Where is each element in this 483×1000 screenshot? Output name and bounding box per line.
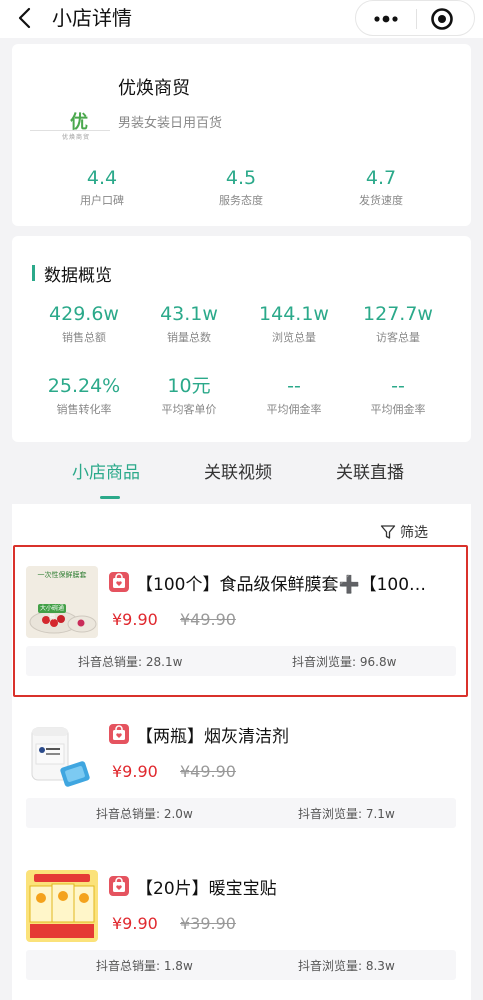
store-badge-icon	[109, 876, 129, 896]
stat-value: 10元	[167, 375, 211, 397]
shop-card: 优 优焕商贸 优焕商贸 男装女装日用百货 4.4 用户口碑 4.5 服务态度 4…	[12, 44, 471, 226]
rating-reputation: 4.4 用户口碑	[42, 166, 162, 208]
stat-sales-amount: 429.6w 销售总额	[29, 302, 139, 345]
selection-highlight	[13, 545, 468, 697]
product-image	[26, 870, 98, 942]
product-thumbnail	[26, 870, 98, 942]
stat-label: 平均客单价	[161, 403, 217, 416]
stat-value: 25.24%	[47, 375, 121, 397]
product-item[interactable]: 【两瓶】烟灰清洁剂 ¥9.90 ¥49.90 抖音总销量: 2.0w 抖音浏览量…	[12, 702, 471, 842]
stat-value: 429.6w	[49, 303, 119, 325]
stat-value: 127.7w	[363, 303, 433, 325]
shop-logo: 优 优焕商贸	[30, 72, 108, 142]
stat-avg-commission-2: -- 平均佣金率	[343, 374, 453, 417]
stat-label: 浏览总量	[272, 331, 316, 344]
section-accent-bar	[32, 265, 35, 281]
filter-label: 筛选	[400, 525, 428, 541]
filter-icon	[380, 525, 396, 539]
product-thumbnail	[26, 718, 98, 790]
stat-label: 销售总额	[62, 331, 106, 344]
tab-bar: 小店商品 关联视频 关联直播	[0, 450, 483, 499]
product-title: 【20片】暖宝宝贴	[136, 879, 277, 899]
stat-value: 144.1w	[259, 303, 329, 325]
logo-divider	[30, 130, 110, 131]
nav-bar: 小店详情	[0, 0, 483, 38]
stat-value: --	[391, 375, 405, 397]
product-image	[26, 718, 98, 790]
product-original-price: ¥39.90	[180, 914, 236, 933]
data-overview-card: 数据概览 429.6w 销售总额 43.1w 销量总数 144.1w 浏览总量 …	[12, 236, 471, 442]
stat-value: 43.1w	[160, 303, 218, 325]
rating-service: 4.5 服务态度	[181, 166, 301, 208]
product-stats: 抖音总销量: 2.0w 抖音浏览量: 7.1w	[26, 798, 456, 828]
rating-value: 4.4	[86, 167, 118, 189]
store-badge-icon	[109, 724, 129, 744]
capsule-divider	[416, 9, 417, 29]
stat-label: 平均佣金率	[370, 403, 426, 416]
section-title: 数据概览	[44, 266, 112, 286]
close-target-icon[interactable]	[430, 7, 454, 31]
back-icon[interactable]	[14, 6, 38, 30]
stat-views: 144.1w 浏览总量	[239, 302, 349, 345]
stat-label: 访客总量	[376, 331, 420, 344]
rating-label: 用户口碑	[80, 194, 124, 207]
rating-label: 发货速度	[359, 194, 403, 207]
rating-value: 4.5	[225, 167, 257, 189]
tab-related-live[interactable]: 关联直播	[336, 458, 404, 483]
product-sales: 抖音总销量: 2.0w	[96, 807, 193, 821]
shop-name: 优焕商贸	[118, 78, 190, 99]
product-views: 抖音浏览量: 8.3w	[298, 959, 395, 973]
product-item[interactable]: 【20片】暖宝宝贴 ¥9.90 ¥39.90 抖音总销量: 1.8w 抖音浏览量…	[12, 854, 471, 994]
stat-value: --	[287, 375, 301, 397]
stat-avg-order-value: 10元 平均客单价	[134, 374, 244, 417]
stat-conversion-rate: 25.24% 销售转化率	[29, 374, 139, 417]
logo-subtext: 优焕商贸	[62, 134, 91, 141]
stat-avg-commission: -- 平均佣金率	[239, 374, 349, 417]
product-price: ¥9.90	[112, 762, 158, 781]
product-sales: 抖音总销量: 1.8w	[96, 959, 193, 973]
more-icon[interactable]	[370, 11, 402, 27]
filter-button[interactable]: 筛选	[380, 522, 428, 542]
product-original-price: ¥49.90	[180, 762, 236, 781]
product-price: ¥9.90	[112, 914, 158, 933]
rating-label: 服务态度	[219, 194, 263, 207]
product-title: 【两瓶】烟灰清洁剂	[136, 727, 289, 747]
active-tab-indicator	[100, 496, 120, 499]
tab-shop-products[interactable]: 小店商品	[72, 458, 140, 483]
stat-label: 平均佣金率	[266, 403, 322, 416]
stat-label: 销量总数	[167, 331, 211, 344]
page-title: 小店详情	[52, 6, 132, 30]
product-stats: 抖音总销量: 1.8w 抖音浏览量: 8.3w	[26, 950, 456, 980]
stat-label: 销售转化率	[56, 403, 112, 416]
stat-sales-volume: 43.1w 销量总数	[134, 302, 244, 345]
rating-shipping: 4.7 发货速度	[321, 166, 441, 208]
product-views: 抖音浏览量: 7.1w	[298, 807, 395, 821]
tab-related-videos[interactable]: 关联视频	[204, 458, 272, 483]
stat-visitors: 127.7w 访客总量	[343, 302, 453, 345]
rating-value: 4.7	[365, 167, 397, 189]
mini-program-capsule	[355, 0, 475, 36]
shop-category: 男装女装日用百货	[118, 116, 223, 131]
